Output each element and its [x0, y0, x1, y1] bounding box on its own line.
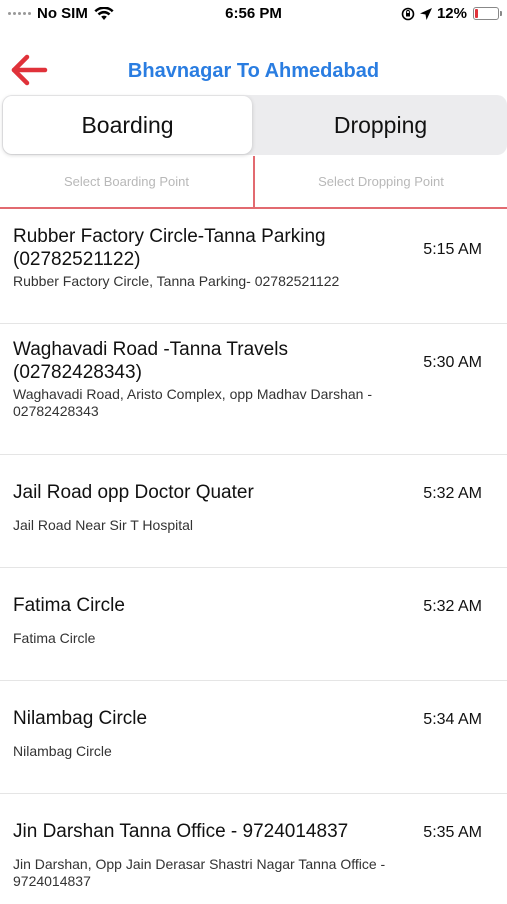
- point-name: Fatima Circle: [13, 595, 125, 616]
- point-time: 5:15 AM: [423, 241, 482, 258]
- point-time: 5:35 AM: [423, 824, 482, 841]
- battery-icon: [473, 7, 502, 20]
- battery-percent: 12%: [436, 5, 467, 22]
- point-address: Jin Darshan, Opp Jain Derasar Shastri Na…: [13, 856, 386, 889]
- point-address: Waghavadi Road, Aristo Complex, opp Madh…: [13, 386, 372, 419]
- list-item[interactable]: Waghavadi Road -Tanna Travels (027824283…: [0, 324, 507, 455]
- location-arrow-icon: [419, 7, 432, 20]
- point-address: Rubber Factory Circle, Tanna Parking- 02…: [13, 273, 340, 289]
- list-item[interactable]: Nilambag Circle Nilambag Circle 5:34 AM: [0, 681, 507, 794]
- select-boarding-point[interactable]: Select Boarding Point: [0, 156, 253, 207]
- rotation-lock-icon: [401, 7, 415, 20]
- point-name: Nilambag Circle: [13, 708, 148, 729]
- status-right: 12%: [401, 5, 502, 22]
- point-address: Jail Road Near Sir T Hospital: [13, 517, 194, 533]
- point-time: 5:32 AM: [423, 485, 482, 502]
- point-address: Fatima Circle: [13, 630, 96, 646]
- boarding-points-list: Rubber Factory Circle-Tanna Parking (027…: [0, 211, 507, 904]
- list-item[interactable]: Fatima Circle Fatima Circle 5:32 AM: [0, 568, 507, 681]
- list-item[interactable]: Jail Road opp Doctor Quater Jail Road Ne…: [0, 455, 507, 568]
- point-name: Waghavadi Road -Tanna Travels (027824283…: [13, 339, 288, 383]
- battery-level-fill: [475, 9, 478, 18]
- point-time: 5:32 AM: [423, 598, 482, 615]
- point-time: 5:34 AM: [423, 711, 482, 728]
- point-name: Rubber Factory Circle-Tanna Parking (027…: [13, 226, 326, 270]
- point-address: Nilambag Circle: [13, 743, 112, 759]
- point-name: Jin Darshan Tanna Office - 9724014837: [13, 821, 349, 842]
- nav-header: Bhavnagar To Ahmedabad: [0, 44, 507, 94]
- point-time: 5:30 AM: [423, 354, 482, 371]
- list-item[interactable]: Rubber Factory Circle-Tanna Parking (027…: [0, 211, 507, 324]
- select-dropping-point[interactable]: Select Dropping Point: [255, 156, 507, 207]
- page-title: Bhavnagar To Ahmedabad: [127, 60, 380, 82]
- point-selectors: Select Boarding Point Select Dropping Po…: [0, 156, 507, 209]
- segmented-control: Boarding Dropping: [2, 95, 507, 155]
- list-item[interactable]: Jin Darshan Tanna Office - 9724014837 Ji…: [0, 794, 507, 904]
- status-bar: No SIM 6:56 PM 12%: [0, 0, 507, 28]
- tab-boarding[interactable]: Boarding: [3, 96, 252, 154]
- tab-dropping[interactable]: Dropping: [255, 96, 506, 154]
- point-name: Jail Road opp Doctor Quater: [13, 482, 254, 503]
